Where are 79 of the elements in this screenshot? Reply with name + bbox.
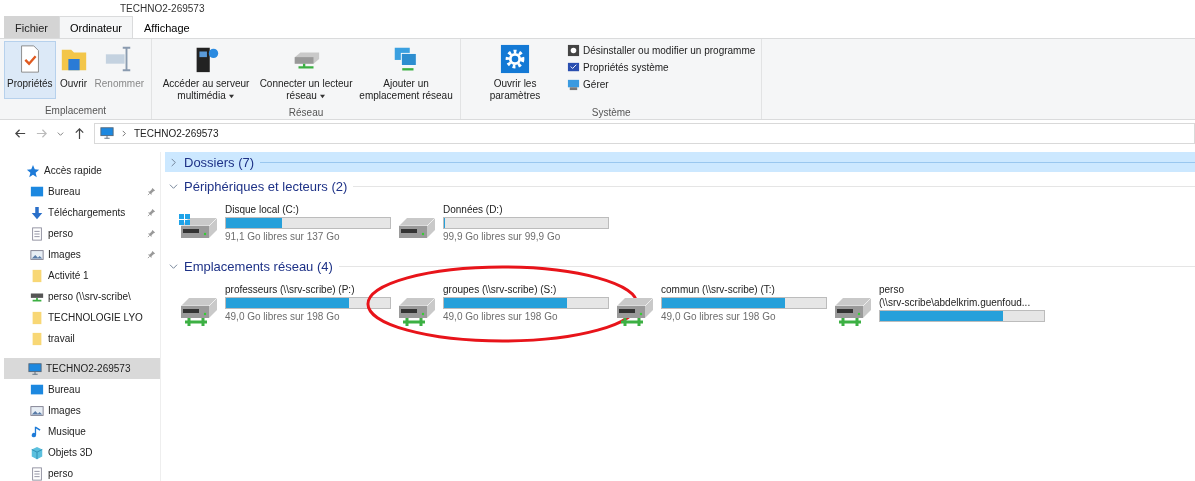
group-label: Emplacement <box>43 104 108 118</box>
free-space-text: 49,0 Go libres sur 198 Go <box>661 311 777 322</box>
settings-icon <box>500 44 531 74</box>
file-tab[interactable]: Fichier <box>4 16 59 38</box>
sidebar-item[interactable]: Objets 3D <box>0 442 160 463</box>
pin-icon <box>147 229 156 238</box>
group-header[interactable]: Dossiers (7) <box>165 152 1195 172</box>
ribbon-tab[interactable]: Affichage <box>133 16 201 38</box>
star-icon <box>26 163 40 178</box>
download-icon <box>30 205 44 220</box>
computer-check-icon <box>567 61 581 74</box>
cube-icon <box>30 445 44 460</box>
drive-name: Disque local (C:) <box>225 204 300 215</box>
ribbon-small-button[interactable]: Propriétés système <box>565 60 758 75</box>
drive-tile[interactable]: perso (\\srv-scribe\abdelkrim.guenfoud... <box>831 284 1049 328</box>
drive-tile[interactable]: Données (D:) 99,9 Go libres sur 99,9 Go <box>395 204 613 248</box>
pin-icon <box>147 250 156 259</box>
document-icon <box>30 466 44 481</box>
group-header[interactable]: Périphériques et lecteurs (2) <box>165 176 1195 196</box>
window-title: TECHNO2-269573 <box>120 2 205 14</box>
free-space-text: 99,9 Go libres sur 99,9 Go <box>443 231 562 242</box>
computer-icon <box>99 126 115 140</box>
chevron-down-icon <box>169 261 178 271</box>
computer-management-icon <box>567 78 581 91</box>
sidebar-item[interactable]: perso <box>0 463 160 481</box>
ribbon-button[interactable]: Connecter un lecteur réseau <box>256 41 357 105</box>
ribbon-tab[interactable]: Ordinateur <box>59 16 133 38</box>
desktop-icon <box>30 184 44 199</box>
group-header[interactable]: Emplacements réseau (4) <box>165 256 1195 276</box>
drive-name: perso <box>879 284 905 295</box>
folder-icon <box>30 331 44 346</box>
ribbon-button[interactable]: Accéder au serveur multimédia <box>156 41 257 105</box>
sidebar-item[interactable]: Téléchargements <box>0 202 160 223</box>
ribbon-button[interactable]: Propriétés <box>4 41 56 99</box>
drive-name: commun (\\srv-scribe) (T:) <box>661 284 776 295</box>
drive-name: Données (D:) <box>443 204 504 215</box>
chevron-right-icon <box>121 128 128 138</box>
ribbon-button[interactable]: Ajouter un emplacement réseau <box>356 41 457 105</box>
free-space-text: 91,1 Go libres sur 137 Go <box>225 231 341 242</box>
group-label: Réseau <box>287 106 325 120</box>
computer-icon <box>28 361 42 376</box>
sidebar-item[interactable]: TECHNOLOGIE LYO <box>0 307 160 328</box>
drive-tile[interactable]: Disque local (C:) 91,1 Go libres sur 137 Go <box>177 204 395 248</box>
sidebar-item[interactable]: Activité 1 <box>0 265 160 286</box>
sidebar-item[interactable]: Musique <box>0 421 160 442</box>
up-arrow-icon[interactable] <box>73 126 86 140</box>
folder-icon <box>30 268 44 283</box>
sidebar-item[interactable]: TECHNO2-269573 <box>4 358 160 379</box>
chevron-down-icon <box>169 181 178 191</box>
pin-icon <box>147 187 156 196</box>
folder-icon <box>30 310 44 325</box>
images-icon <box>30 403 44 418</box>
sidebar-item[interactable]: Images <box>0 400 160 421</box>
address-bar[interactable]: TECHNO2-269573 <box>94 122 1195 144</box>
sidebar-item[interactable]: Accès rapide <box>0 160 160 181</box>
drive-name: professeurs (\\srv-scribe) (P:) <box>225 284 356 295</box>
images-icon <box>30 247 44 262</box>
sidebar-item[interactable]: perso <box>0 223 160 244</box>
ribbon-small-button[interactable]: Gérer <box>565 77 758 92</box>
pin-icon <box>147 208 156 217</box>
drive-path: (\\srv-scribe\abdelkrim.guenfoud... <box>879 297 1032 308</box>
sidebar-item[interactable]: perso (\\srv-scribe\ <box>0 286 160 307</box>
document-icon <box>30 226 44 241</box>
program-icon <box>567 44 581 57</box>
sidebar-item[interactable]: travail <box>0 328 160 349</box>
chevron-right-icon <box>169 157 178 167</box>
drive-tile[interactable]: professeurs (\\srv-scribe) (P:) 49,0 Go libres sur 198 Go <box>177 284 395 328</box>
drive-tile[interactable]: commun (\\srv-scribe) (T:) 49,0 Go libres sur 198 Go <box>613 284 831 328</box>
sidebar-item[interactable]: Bureau <box>0 181 160 202</box>
ribbon-small-button[interactable]: Désinstaller ou modifier un programme <box>565 43 758 58</box>
drive-name: groupes (\\srv-scribe) (S:) <box>443 284 558 295</box>
free-space-text: 49,0 Go libres sur 198 Go <box>443 311 559 322</box>
free-space-text: 49,0 Go libres sur 198 Go <box>225 311 341 322</box>
ribbon-button[interactable]: Ouvrir les paramètres <box>465 41 566 105</box>
desktop-icon <box>30 382 44 397</box>
ribbon-button[interactable]: Ouvrir <box>55 41 92 93</box>
sidebar-item[interactable]: Images <box>0 244 160 265</box>
sidebar-item[interactable]: Bureau <box>0 379 160 400</box>
group-label: Système <box>590 106 632 120</box>
